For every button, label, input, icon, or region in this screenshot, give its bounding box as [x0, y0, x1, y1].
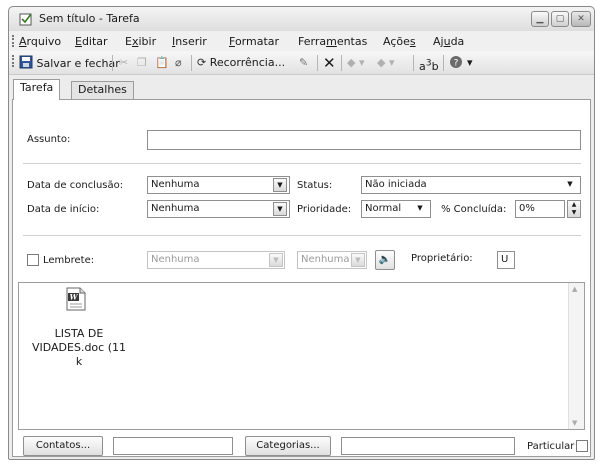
delete-button[interactable]: ✕ [323, 55, 336, 71]
start-date-field[interactable]: Nenhuma [147, 200, 290, 218]
menu-bar: Arquivo Editar Exibir Inserir Formatar F… [9, 31, 594, 51]
paperclip-icon: ⌀ [175, 56, 182, 69]
close-button[interactable]: ✕ [571, 11, 591, 27]
assign-task-button[interactable]: ✎ [299, 55, 308, 71]
svg-text:W: W [70, 293, 79, 302]
reminder-time-dropdown[interactable]: ▼ [351, 253, 365, 267]
chevron-down-icon: ▼ [355, 256, 361, 264]
toolbar-grip [12, 55, 14, 67]
recurrence-icon: ⟳ [197, 56, 207, 69]
minimize-icon: ▁ [536, 14, 544, 24]
task-window: Sem título - Tarefa ▁ ▢ ✕ Arquivo Editar… [8, 6, 595, 460]
paste-icon: 📋 [155, 56, 169, 69]
status-label: Status: [297, 180, 333, 191]
minimize-button[interactable]: ▁ [531, 11, 549, 27]
next-item-button[interactable]: ◆ ▾ [377, 55, 394, 71]
word-document-icon: W [66, 287, 86, 311]
priority-dropdown[interactable]: ▼ [413, 202, 427, 216]
help-icon: ? [450, 56, 462, 69]
attachment-filename[interactable]: LISTA DE VIDADES.doc (11 k [29, 327, 129, 369]
attach-button[interactable]: ⌀ [175, 55, 182, 71]
categories-input[interactable] [341, 437, 515, 455]
percent-complete-input[interactable]: 0% [515, 200, 565, 218]
chevron-down-icon: ▾ [467, 56, 473, 69]
private-checkbox[interactable] [576, 440, 588, 452]
maximize-icon: ▢ [555, 14, 565, 24]
chevron-down-icon: ▼ [273, 256, 279, 264]
tab-strip: Tarefa Detalhes [9, 77, 594, 100]
subject-label: Assunto: [27, 134, 71, 145]
chevron-down-icon: ▼ [417, 204, 423, 212]
due-date-label: Data de conclusão: [27, 180, 124, 191]
save-icon [19, 55, 33, 69]
menu-grip [12, 35, 14, 47]
status-dropdown[interactable]: ▼ [563, 178, 577, 192]
due-date-dropdown[interactable]: ▼ [273, 178, 287, 192]
scroll-down-icon[interactable]: ▼ [572, 419, 577, 427]
reminder-date-dropdown[interactable]: ▼ [269, 253, 283, 267]
private-label: Particular [527, 441, 575, 452]
window-title: Sem título - Tarefa [39, 12, 140, 25]
reminder-checkbox[interactable] [27, 254, 39, 266]
priority-label: Prioridade: [297, 204, 352, 215]
help-button[interactable]: ? [449, 55, 463, 71]
cut-button[interactable]: ✂ [119, 55, 128, 71]
close-icon: ✕ [577, 14, 585, 24]
assign-icon: ✎ [299, 56, 309, 69]
chevron-down-icon: ▼ [277, 181, 283, 189]
menu-ferramentas[interactable]: Ferramentas [298, 35, 367, 48]
categories-button[interactable]: Categorias... [245, 436, 331, 456]
copy-icon: ❐ [137, 56, 147, 69]
menu-arquivo[interactable]: Arquivo [19, 35, 61, 48]
menu-ajuda[interactable]: Ajuda [433, 35, 464, 48]
menu-exibir[interactable]: Exibir [125, 35, 156, 48]
percent-spinner[interactable]: ▲ ▼ [567, 200, 581, 218]
toolbar-options-chevron[interactable]: ▾ [467, 55, 473, 71]
menu-acoes[interactable]: Ações [383, 35, 416, 48]
delete-icon: ✕ [323, 54, 336, 72]
owner-field: U [497, 251, 515, 269]
save-close-button[interactable]: Salvar e fechar [19, 55, 120, 71]
start-date-dropdown[interactable]: ▼ [273, 202, 287, 216]
down-arrow-icon: ◆ ▾ [377, 56, 395, 69]
chevron-down-icon: ▼ [567, 180, 573, 188]
spinner-icon: ▲ ▼ [571, 201, 577, 216]
contacts-input[interactable] [113, 437, 233, 455]
task-form-panel: Assunto: Data de conclusão: Nenhuma ▼ Da… [12, 99, 591, 457]
menu-formatar[interactable]: Formatar [229, 35, 279, 48]
maximize-button[interactable]: ▢ [551, 11, 569, 27]
reminder-date-field[interactable]: Nenhuma [147, 251, 285, 269]
reminder-label: Lembrete: [43, 255, 95, 266]
contacts-button[interactable]: Contatos... [23, 436, 103, 456]
notes-area[interactable]: W LISTA DE VIDADES.doc (11 k ▲ ▼ [18, 282, 585, 430]
scissors-icon: ✂ [119, 56, 129, 69]
subject-input[interactable] [147, 130, 581, 150]
start-date-label: Data de início: [27, 204, 100, 215]
up-arrow-icon: ◆ ▾ [347, 56, 365, 69]
owner-label: Proprietário: [411, 253, 473, 264]
reminder-sound-button[interactable]: 🔈 [375, 250, 395, 270]
previous-item-button[interactable]: ◆ ▾ [347, 55, 364, 71]
percent-complete-label: % Concluída: [441, 204, 507, 215]
svg-text:?: ? [454, 59, 459, 69]
status-select[interactable]: Não iniciada [361, 176, 581, 194]
tab-tarefa[interactable]: Tarefa [13, 79, 61, 100]
chevron-down-icon: ▼ [277, 205, 283, 213]
tab-detalhes[interactable]: Detalhes [71, 81, 134, 99]
recurrence-button[interactable]: ⟳ Recorrência... [197, 55, 285, 71]
spelling-icon: a3b [419, 57, 439, 73]
standard-toolbar: Salvar e fechar ✂ ❐ 📋 ⌀ ⟳ Recorrência...… [9, 51, 594, 75]
scroll-up-icon[interactable]: ▲ [572, 285, 577, 293]
menu-inserir[interactable]: Inserir [172, 35, 207, 48]
notes-scrollbar[interactable]: ▲ ▼ [568, 283, 584, 429]
title-bar: Sem título - Tarefa ▁ ▢ ✕ [9, 7, 594, 31]
menu-editar[interactable]: Editar [75, 35, 108, 48]
due-date-field[interactable]: Nenhuma [147, 176, 290, 194]
task-app-icon [19, 13, 32, 26]
speaker-icon: 🔈 [378, 254, 392, 265]
copy-button[interactable]: ❐ [137, 55, 147, 71]
spelling-button[interactable]: a3b [419, 55, 439, 73]
paste-button[interactable]: 📋 [155, 55, 169, 71]
